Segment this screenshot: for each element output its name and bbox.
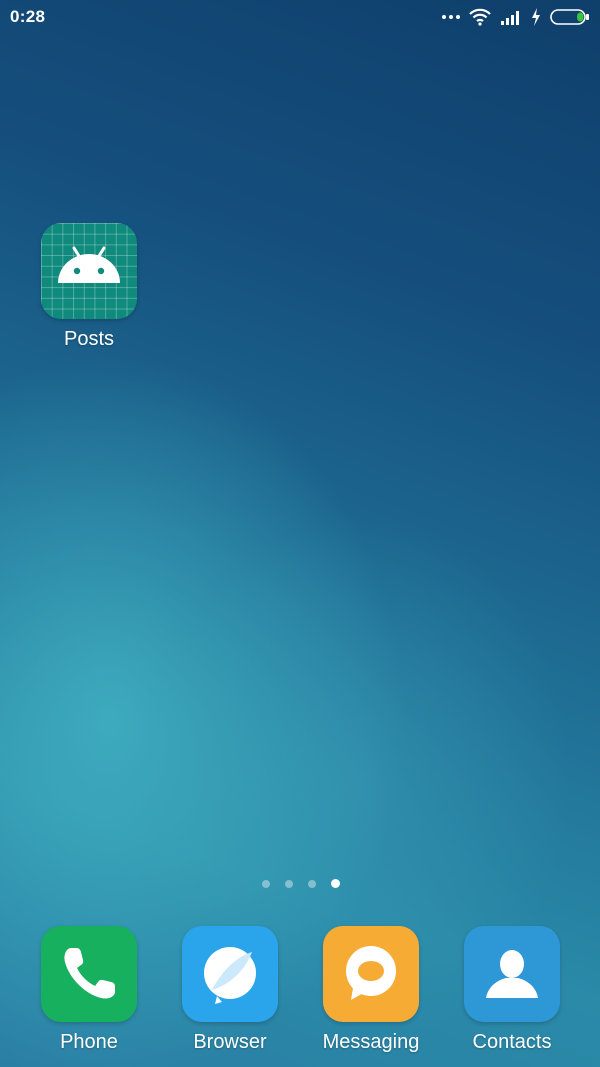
app-label: Phone (60, 1031, 118, 1053)
page-dot[interactable] (262, 879, 270, 888)
dock-app-phone[interactable]: Phone (41, 926, 137, 1053)
dock-app-messaging[interactable]: Messaging (323, 926, 419, 1053)
message-bubble-icon (323, 926, 419, 1022)
app-label: Contacts (472, 1031, 552, 1053)
app-posts[interactable]: Posts (41, 223, 137, 350)
android-icon (41, 223, 137, 319)
page-dot[interactable] (285, 879, 293, 888)
charging-icon (532, 8, 540, 26)
wifi-icon (469, 8, 491, 26)
app-label: Posts (63, 328, 115, 350)
page-dot[interactable] (308, 879, 316, 888)
dock-app-browser[interactable]: Browser (182, 926, 278, 1053)
contact-person-icon (464, 926, 560, 1022)
dock-app-contacts[interactable]: Contacts (464, 926, 560, 1053)
more-dots-icon (442, 15, 460, 19)
page-dot-active[interactable] (331, 879, 340, 888)
status-bar: 0:28 (0, 0, 600, 34)
battery-icon (550, 9, 589, 25)
page-indicator (262, 879, 340, 888)
app-label: Browser (193, 1031, 267, 1053)
phone-icon (41, 926, 137, 1022)
app-label: Messaging (322, 1031, 420, 1053)
status-icons (442, 6, 590, 28)
signal-icon (501, 11, 519, 25)
status-time: 0:28 (10, 7, 46, 26)
browser-icon (182, 926, 278, 1022)
